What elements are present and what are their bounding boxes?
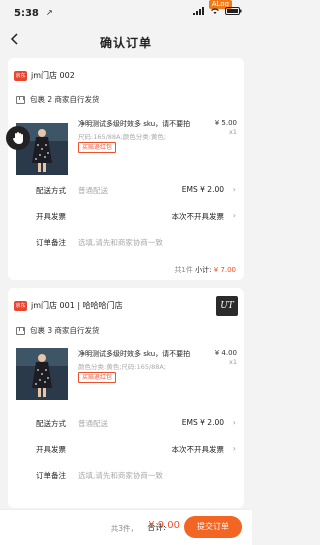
product-image[interactable] — [16, 348, 68, 400]
remark-input[interactable]: 选填,请先和商家协商一致 — [78, 237, 163, 248]
invoice-label: 开具发票 — [36, 445, 66, 454]
shop-header[interactable]: 京东 jm门店 001 | 哈哈哈门店 — [14, 300, 123, 311]
signal-icon — [193, 7, 204, 15]
page-title: 确认订单 — [99, 36, 152, 50]
shop-logo: 京东 — [14, 300, 27, 311]
invoice-value: 本次不开具发票 — [171, 212, 225, 221]
package-icon — [16, 326, 25, 335]
chevron-right-icon: › — [232, 185, 236, 194]
shipping-value: EMS ¥ 2.00 — [181, 185, 224, 194]
location-arrow-icon: ↗ — [46, 8, 53, 17]
product-name[interactable]: 净明测试多级时效多 sku，请不要拍 — [78, 119, 213, 129]
product-qty: x1 — [229, 128, 237, 136]
product-price: ¥ 4.00 — [214, 349, 237, 357]
order-confirm-page: 5:38 ↗ ALog 确认订单 京东 jm门店 002 包裹 2 商家自行发货 — [0, 0, 252, 545]
shipping-label: 配送方式 — [36, 419, 66, 428]
subtotal-label: 小计: — [195, 266, 212, 274]
product-price: ¥ 5.00 — [214, 119, 237, 127]
shipping-row[interactable]: 配送方式 普通配送 EMS ¥ 2.00 › — [36, 185, 236, 199]
chevron-right-icon: › — [232, 211, 236, 220]
product-name[interactable]: 净明测试多级时效多 sku，请不要拍 — [78, 349, 213, 359]
shop-header[interactable]: 京东 jm门店 002 — [14, 70, 75, 81]
shop-name: jm门店 002 — [31, 71, 75, 80]
remark-row[interactable]: 订单备注 选填,请先和商家协商一致 — [36, 237, 236, 251]
product-badge: 买赔退红包 — [78, 142, 117, 153]
subtotal-value: ¥ 7.00 — [213, 266, 236, 274]
shipping-mid: 普通配送 — [78, 419, 108, 428]
shipping-value: EMS ¥ 2.00 — [181, 418, 224, 427]
shop-logo: 京东 — [14, 70, 27, 81]
invoice-row[interactable]: 开具发票 本次不开具发票 › — [36, 444, 236, 458]
dress-image-icon — [16, 348, 68, 400]
shipping-label: 配送方式 — [36, 186, 66, 195]
invoice-row[interactable]: 开具发票 本次不开具发票 › — [36, 211, 236, 225]
shipping-mid: 普通配送 — [78, 186, 108, 195]
product-badge: 买赔退红包 — [78, 372, 117, 383]
total-count: 共3件， — [110, 524, 138, 533]
chevron-right-icon: › — [232, 418, 236, 427]
order-card-2: 京东 jm门店 001 | 哈哈哈门店 UT 包裹 3 商家自行发货 净明测试多… — [8, 288, 244, 508]
battery-icon — [225, 7, 242, 15]
shipping-row[interactable]: 配送方式 普通配送 EMS ¥ 2.00 › — [36, 418, 236, 432]
product-spec: 颜色分类:黄色;尺码:165/88A; — [78, 363, 167, 371]
submit-order-button[interactable]: 提交订单 — [184, 516, 242, 538]
package-icon — [16, 95, 25, 104]
order-card-1: 京东 jm门店 002 包裹 2 商家自行发货 净明测试多级时效多 sku，请不… — [8, 58, 244, 280]
subtotal: 共1件 小计: ¥ 7.00 — [174, 265, 236, 275]
remark-input[interactable]: 选填,请先和商家协商一致 — [78, 470, 163, 481]
package-text: 包裹 3 商家自行发货 — [30, 326, 100, 335]
product-spec: 尺码:165/88A;颜色分类:黄色; — [78, 133, 167, 141]
invoice-label: 开具发票 — [36, 212, 66, 221]
package-label: 包裹 3 商家自行发货 — [16, 325, 100, 336]
ut-badge[interactable]: UT — [216, 296, 238, 316]
remark-row[interactable]: 订单备注 选填,请先和商家协商一致 — [36, 470, 236, 484]
status-time: 5:38 — [14, 8, 39, 19]
product-qty: x1 — [229, 358, 237, 366]
remark-label: 订单备注 — [36, 471, 66, 480]
status-bar: 5:38 ↗ ALog — [0, 0, 252, 22]
total-value: ¥ 9.00 — [148, 520, 180, 531]
chevron-right-icon: › — [232, 444, 236, 453]
item-count: 共1件 — [174, 266, 193, 274]
remark-label: 订单备注 — [36, 238, 66, 247]
bottom-bar: 共3件， 合计: ¥ 9.00 提交订单 — [0, 509, 252, 545]
invoice-value: 本次不开具发票 — [171, 445, 225, 454]
package-text: 包裹 2 商家自行发货 — [30, 95, 100, 104]
nav-bar: 确认订单 — [0, 26, 252, 54]
wifi-icon — [211, 8, 219, 14]
package-label: 包裹 2 商家自行发货 — [16, 94, 100, 105]
hand-touch-icon[interactable] — [6, 126, 30, 150]
status-icons — [193, 7, 242, 15]
shop-name: jm门店 001 | 哈哈哈门店 — [31, 301, 123, 310]
